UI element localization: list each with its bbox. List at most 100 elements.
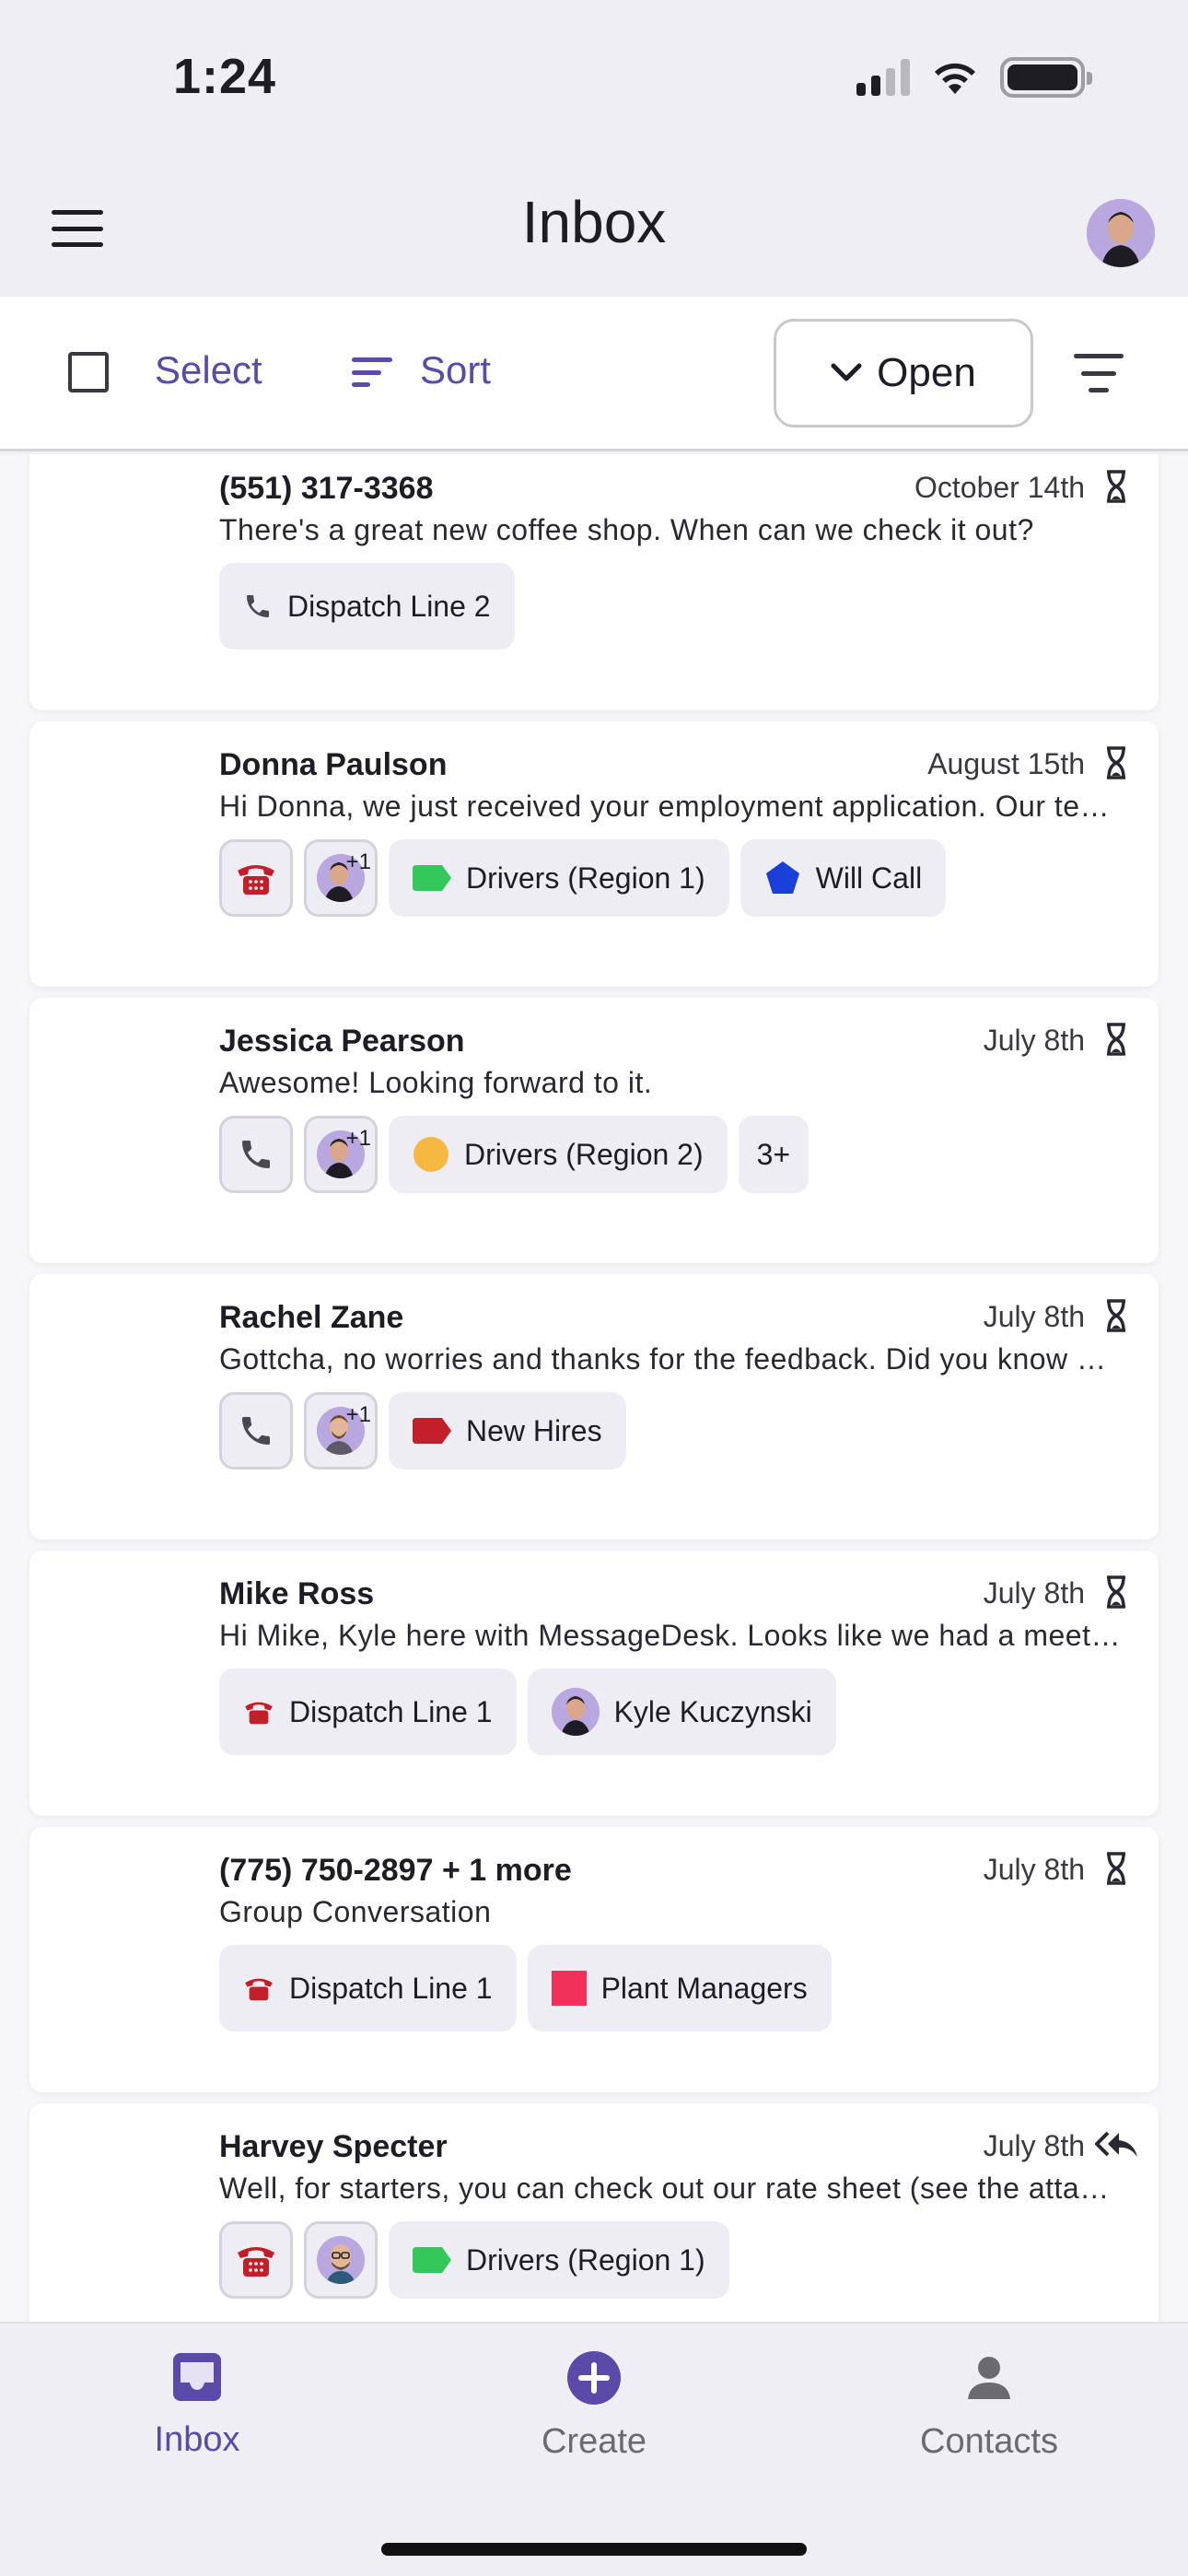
contact-name: Jessica Pearson xyxy=(219,1024,465,1059)
conversation-date: July 8th xyxy=(983,1024,1085,1057)
conversation-card[interactable]: Donna Paulson August 15th Hi Donna, we j… xyxy=(29,721,1159,987)
contact-name: Donna Paulson xyxy=(219,747,448,782)
circle-icon xyxy=(413,1137,448,1172)
phone-line-label: Dispatch Line 1 xyxy=(289,1971,493,2005)
tag-icon xyxy=(413,1418,451,1444)
extra-assignees-count: +1 xyxy=(345,1126,371,1151)
assignee-avatar xyxy=(317,2236,365,2284)
phone-line-label: Dispatch Line 1 xyxy=(289,1694,493,1728)
conversation-card[interactable]: Mike Ross July 8th Hi Mike, Kyle here wi… xyxy=(29,1551,1159,1816)
tag-label: New Hires xyxy=(466,1413,602,1447)
tag-label: Plant Managers xyxy=(600,1971,808,2005)
tag-chip: Drivers (Region 1) xyxy=(389,839,729,917)
square-icon xyxy=(551,1971,587,2006)
tab-bar: Inbox Create Contacts xyxy=(0,2322,1188,2576)
message-preview: Hi Mike, Kyle here with MessageDesk. Loo… xyxy=(219,1619,1122,1652)
tab-create[interactable]: Create xyxy=(483,2349,705,2462)
phone-icon xyxy=(219,1116,293,1193)
phone-icon xyxy=(219,1392,293,1469)
assignees-chip: +1 xyxy=(304,1392,378,1469)
tab-inbox-label: Inbox xyxy=(154,2420,240,2459)
conversation-card[interactable]: Harvey Specter July 8th Well, for starte… xyxy=(29,2103,1159,2322)
phone-line-chip: Dispatch Line 2 xyxy=(219,563,515,650)
assignee-chip: Kyle Kuczynski xyxy=(527,1669,836,1755)
select-button[interactable]: Select xyxy=(155,348,262,392)
tab-contacts-label: Contacts xyxy=(920,2422,1058,2461)
profile-avatar[interactable] xyxy=(1087,199,1155,267)
sort-button[interactable]: Sort xyxy=(420,348,491,392)
tag-icon xyxy=(413,2247,451,2273)
tab-inbox[interactable]: Inbox xyxy=(87,2349,308,2460)
conversation-card[interactable]: (775) 750-2897 + 1 more July 8th Group C… xyxy=(29,1827,1159,2092)
pentagon-icon xyxy=(765,861,799,894)
landline-phone-icon xyxy=(219,2221,293,2299)
phone-icon xyxy=(247,595,269,617)
chevron-down-icon xyxy=(831,363,862,381)
status-bar: 1:24 xyxy=(0,0,1188,157)
tab-create-label: Create xyxy=(541,2422,647,2461)
status-time: 1:24 xyxy=(173,49,277,104)
more-tags-chip[interactable]: 3+ xyxy=(738,1116,809,1193)
cellular-signal-icon xyxy=(856,59,910,96)
hourglass-icon xyxy=(1101,1573,1131,1611)
conversation-date: July 8th xyxy=(983,1853,1085,1886)
conversation-date: October 14th xyxy=(914,471,1085,504)
tag-chip: Will Call xyxy=(740,839,947,917)
page-title: Inbox xyxy=(521,189,667,255)
tag-chip: Drivers (Region 1) xyxy=(389,2221,729,2299)
tag-label: Drivers (Region 1) xyxy=(466,861,705,895)
tag-chip: Drivers (Region 2) xyxy=(389,1116,728,1193)
conversation-date: July 8th xyxy=(983,2129,1085,2162)
contact-name: Mike Ross xyxy=(219,1576,375,1611)
message-preview: Gottcha, no worries and thanks for the f… xyxy=(219,1342,1122,1376)
assignees-chip: +1 xyxy=(304,839,378,917)
conversation-card[interactable]: Jessica Pearson July 8th Awesome! Lookin… xyxy=(29,998,1159,1263)
tag-label: Will Call xyxy=(815,861,923,895)
wifi-icon xyxy=(935,63,975,94)
conversation-card[interactable]: (551) 317-3368 October 14th There's a gr… xyxy=(29,454,1159,710)
message-preview: Awesome! Looking forward to it. xyxy=(219,1066,653,1099)
contact-name: (551) 317-3368 xyxy=(219,471,434,506)
hourglass-icon xyxy=(1101,1020,1131,1059)
assignee-name: Kyle Kuczynski xyxy=(613,1694,812,1728)
phone-line-chip: Dispatch Line 1 xyxy=(219,1945,517,2032)
person-icon xyxy=(968,2357,1010,2399)
assignee-avatar xyxy=(551,1688,600,1736)
plus-circle-icon xyxy=(567,2351,621,2405)
home-indicator[interactable] xyxy=(381,2543,807,2556)
landline-phone-icon xyxy=(245,1702,273,1725)
tag-chip: Plant Managers xyxy=(527,1945,832,2032)
sort-icon[interactable] xyxy=(352,357,392,387)
status-filter-dropdown[interactable]: Open xyxy=(774,319,1033,427)
contact-name: Rachel Zane xyxy=(219,1300,404,1335)
conversation-list: (551) 317-3368 October 14th There's a gr… xyxy=(0,454,1188,2322)
tag-chip: New Hires xyxy=(389,1392,626,1469)
battery-icon xyxy=(1000,57,1092,98)
filter-icon[interactable] xyxy=(1074,354,1124,392)
select-all-checkbox[interactable] xyxy=(68,352,109,392)
phone-line-label: Dispatch Line 2 xyxy=(287,589,491,623)
tag-icon xyxy=(413,865,451,891)
landline-phone-icon xyxy=(245,1978,273,2001)
assignees-chip xyxy=(304,2221,378,2299)
contact-name: Harvey Specter xyxy=(219,2129,448,2164)
message-preview: Hi Donna, we just received your employme… xyxy=(219,790,1122,823)
hourglass-icon xyxy=(1101,1849,1131,1888)
message-preview: There's a great new coffee shop. When ca… xyxy=(219,513,1034,546)
status-filter-value: Open xyxy=(877,350,976,395)
conversation-card[interactable]: Rachel Zane July 8th Gottcha, no worries… xyxy=(29,1274,1159,1540)
inbox-toolbar: Select Sort Open xyxy=(0,297,1188,451)
hourglass-icon xyxy=(1101,1296,1131,1335)
extra-assignees-count: +1 xyxy=(345,1402,371,1427)
contact-name: (775) 750-2897 + 1 more xyxy=(219,1853,572,1888)
conversation-date: August 15th xyxy=(927,747,1085,780)
tab-contacts[interactable]: Contacts xyxy=(879,2349,1100,2462)
tag-label: Drivers (Region 1) xyxy=(466,2242,705,2277)
conversation-date: July 8th xyxy=(983,1576,1085,1610)
reply-all-icon xyxy=(1094,2125,1140,2164)
tag-label: Drivers (Region 2) xyxy=(464,1137,704,1171)
message-preview: Group Conversation xyxy=(219,1895,492,1928)
more-tags-count: 3+ xyxy=(756,1137,791,1171)
hourglass-icon xyxy=(1101,467,1131,506)
extra-assignees-count: +1 xyxy=(345,849,371,874)
